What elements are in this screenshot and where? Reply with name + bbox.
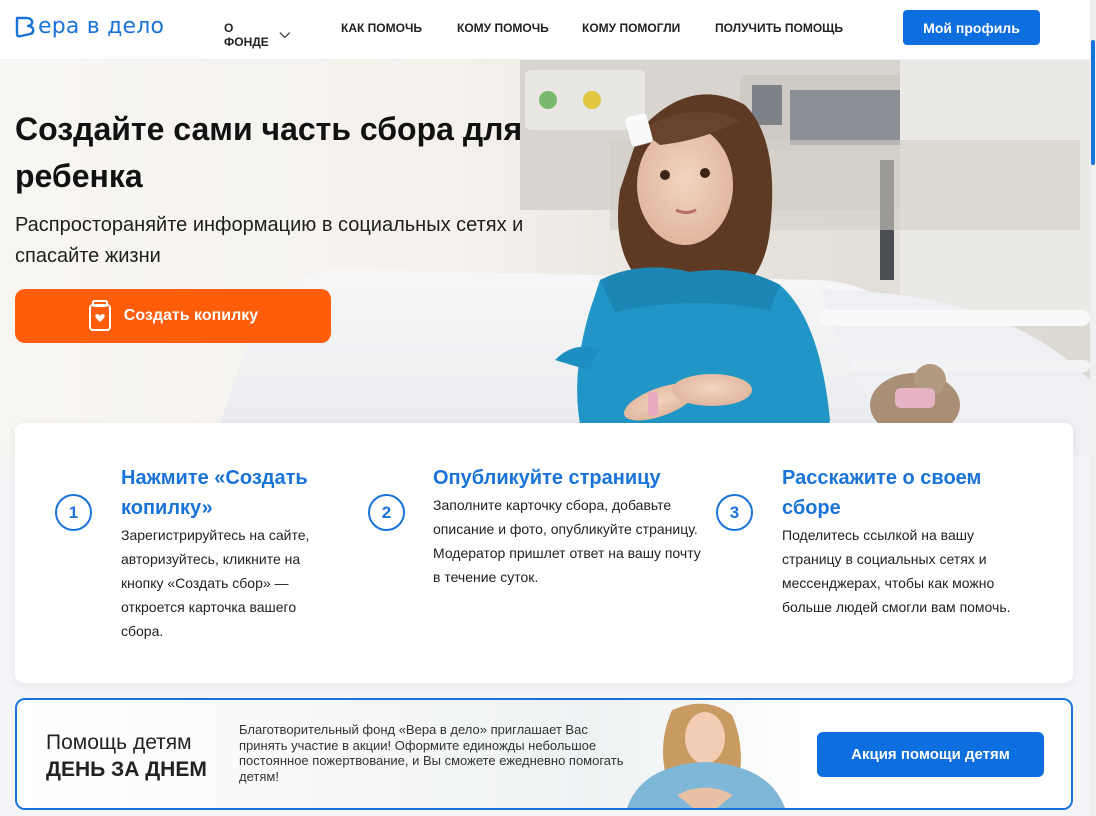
step-title: Нажмите «Создать копилку» (121, 467, 308, 519)
logo-text: ера в дело (38, 14, 165, 39)
nav-who-was-helped[interactable]: КОМУ ПОМОГЛИ (582, 21, 680, 35)
site-header: ера в дело О ФОНДЕ КАК ПОМОЧЬ КОМУ ПОМОЧ… (0, 0, 1090, 60)
nav-about[interactable]: О ФОНДЕ (224, 21, 291, 49)
step-title: Расскажите о своем сборе (782, 467, 982, 519)
step-title: Опубликуйте страницу (433, 467, 661, 489)
logo[interactable]: ера в дело (14, 14, 164, 39)
step-text: Зарегистрируйтесь на сайте, авторизуйтес… (121, 527, 310, 639)
hero-title: Создайте сами часть сбора для ребенка (15, 111, 523, 194)
logo-heart-icon (15, 16, 35, 37)
banner-title-line1: Помощь детям (46, 731, 192, 754)
create-piggybank-label: Создать копилку (123, 307, 259, 324)
step-number: 3 (716, 494, 753, 531)
chevron-down-icon (279, 32, 291, 39)
piggy-jar-icon (88, 300, 111, 331)
step-number: 2 (368, 494, 405, 531)
my-profile-button[interactable]: Мой профиль (903, 10, 1040, 45)
create-piggybank-button[interactable]: Создать копилку (15, 289, 331, 343)
nav-get-help[interactable]: ПОЛУЧИТЬ ПОМОЩЬ (715, 21, 843, 35)
step-number: 1 (55, 494, 92, 531)
kids-help-banner[interactable]: Помощь детям ДЕНЬ ЗА ДНЕМ Благотворитель… (15, 698, 1073, 810)
nav-how-to-help[interactable]: КАК ПОМОЧЬ (341, 21, 422, 35)
step-text: Заполните карточку сбора, добавьте описа… (433, 497, 701, 585)
kids-help-action-button[interactable]: Акция помощи детям (817, 732, 1044, 777)
step-text: Поделитесь ссылкой на вашу страницу в со… (782, 527, 1011, 615)
steps-card: 1 Нажмите «Создать копилку» Зарегистриру… (15, 423, 1073, 683)
nav-about-label: О ФОНДЕ (224, 21, 269, 49)
banner-title-line2: ДЕНЬ ЗА ДНЕМ (46, 758, 207, 781)
banner-text: Благотворительный фонд «Вера в дело» при… (239, 722, 624, 784)
hero-subtitle: Распростораняйте информацию в социальных… (15, 214, 524, 267)
scrollbar[interactable] (1090, 0, 1096, 816)
nav-who-to-help[interactable]: КОМУ ПОМОЧЬ (457, 21, 549, 35)
hero-section: Создайте сами часть сбора для ребенка Ра… (0, 60, 1090, 480)
scrollbar-thumb[interactable] (1091, 40, 1095, 165)
